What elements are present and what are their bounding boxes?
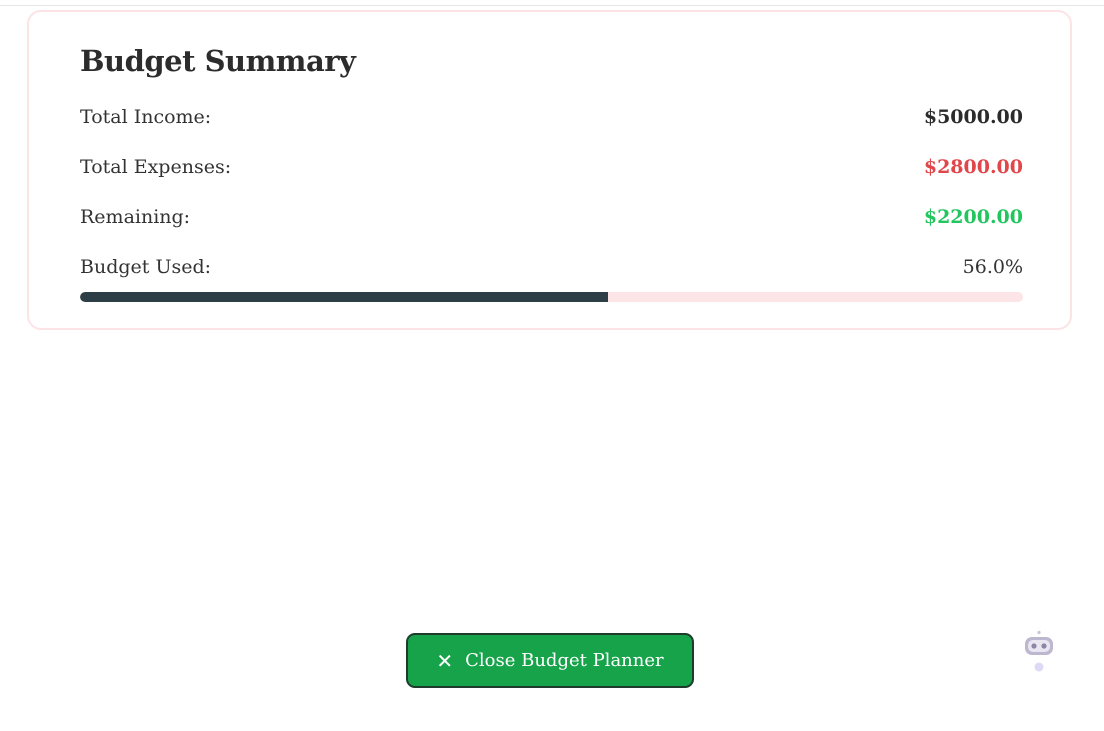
remaining-row: Remaining: $2200.00 [80, 204, 1023, 230]
total-expenses-row: Total Expenses: $2800.00 [80, 154, 1023, 180]
total-expenses-label: Total Expenses: [80, 156, 232, 178]
remaining-label: Remaining: [80, 206, 191, 228]
total-income-row: Total Income: $5000.00 [80, 104, 1023, 130]
budget-progress-bar [80, 292, 1023, 302]
close-budget-planner-button[interactable]: ✕ Close Budget Planner [406, 633, 694, 688]
total-expenses-value: $2800.00 [923, 156, 1023, 178]
robot-icon[interactable] [1022, 628, 1056, 676]
budget-used-value: 56.0% [962, 256, 1023, 278]
budget-used-row: Budget Used: 56.0% [80, 254, 1023, 280]
total-income-value: $5000.00 [923, 106, 1023, 128]
card-title: Budget Summary [80, 44, 356, 78]
robot-icon-svg [1025, 630, 1053, 672]
budget-summary-card: Budget Summary Total Income: $5000.00 To… [27, 10, 1072, 330]
budget-used-label: Budget Used: [80, 256, 212, 278]
top-divider [0, 5, 1104, 6]
budget-progress-fill [80, 292, 609, 302]
total-income-label: Total Income: [80, 106, 212, 128]
close-icon: ✕ [436, 648, 454, 673]
close-button-label: Close Budget Planner [465, 650, 664, 671]
remaining-value: $2200.00 [923, 206, 1023, 228]
